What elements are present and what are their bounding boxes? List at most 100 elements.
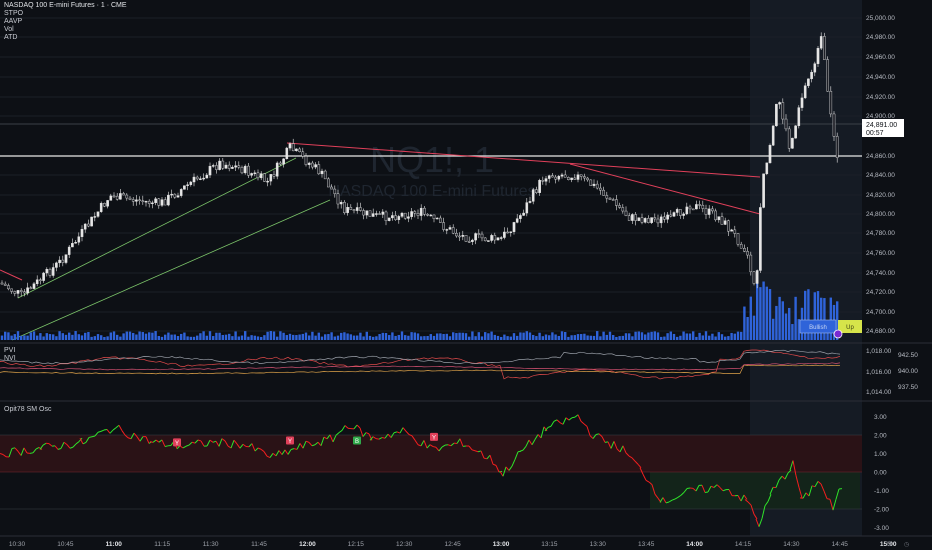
- trading-chart[interactable]: NQ1!, 1 NASDAQ 100 E-mini Futures Bullis…: [0, 0, 932, 550]
- candle-body: [435, 217, 439, 220]
- volume-bar: [576, 334, 580, 340]
- timezone-icon[interactable]: ◷: [904, 542, 909, 548]
- symbol-title[interactable]: NASDAQ 100 E-mini Futures · 1 · CME: [4, 2, 127, 10]
- candle-body: [74, 242, 77, 244]
- volume-bar: [109, 332, 112, 340]
- volume-bar: [548, 335, 551, 340]
- candle-body: [10, 288, 13, 292]
- volume-bar: [704, 331, 708, 340]
- volume-bar: [74, 331, 77, 340]
- volume-bar: [154, 331, 157, 340]
- volume-bar: [263, 335, 266, 340]
- price-tick: 24,840.00: [866, 172, 895, 179]
- candle-body: [295, 148, 298, 152]
- time-tick: 12:45: [444, 541, 461, 548]
- candle-body: [723, 220, 727, 225]
- volume-bar: [752, 315, 756, 340]
- osc-segment: [164, 445, 169, 448]
- replay-marker-icon[interactable]: [833, 329, 843, 339]
- indicator-aavp[interactable]: AAVP: [4, 18, 127, 26]
- candle-body: [432, 214, 436, 219]
- candle-body: [115, 195, 119, 200]
- candle-body: [275, 162, 279, 177]
- time-tick: 11:30: [203, 541, 219, 548]
- candle-body: [67, 246, 71, 255]
- candle-body: [349, 207, 353, 210]
- volume-bar: [554, 334, 557, 340]
- volume-bar: [215, 332, 218, 340]
- volume-bar: [13, 334, 16, 340]
- candle-body: [525, 202, 529, 214]
- candle-body: [339, 202, 343, 205]
- price-tick: 24,900.00: [866, 113, 895, 120]
- volume-bar: [589, 335, 592, 340]
- candle-body: [298, 148, 301, 153]
- volume-bar: [256, 336, 260, 340]
- candle-body: [531, 189, 535, 202]
- candle-body: [781, 102, 785, 120]
- candle-body: [653, 217, 657, 220]
- volume-bar: [282, 332, 285, 340]
- candle-body: [618, 205, 621, 208]
- volume-bar: [528, 332, 532, 340]
- volume-bar: [176, 336, 180, 340]
- candle-body: [247, 165, 250, 176]
- candle-body: [218, 160, 221, 170]
- candle-body: [237, 165, 241, 168]
- volume-bar: [320, 336, 324, 340]
- oscillator-title: Opit78 SM Osc: [4, 406, 52, 413]
- candle-body: [647, 218, 650, 223]
- volume-bar: [583, 333, 586, 340]
- volume-bar: [276, 336, 279, 340]
- indicator-vol[interactable]: Vol: [4, 26, 127, 34]
- candle-body: [544, 178, 548, 182]
- candle-body: [451, 227, 455, 234]
- indicator-stpo[interactable]: STPO: [4, 10, 127, 18]
- candle-body: [131, 199, 135, 202]
- candle-body: [282, 158, 285, 165]
- candle-body: [762, 173, 765, 208]
- volume-bar: [436, 333, 439, 340]
- candle-body: [186, 184, 189, 186]
- volume-bar: [532, 334, 535, 340]
- candle-body: [615, 199, 618, 206]
- volume-bar: [180, 333, 183, 340]
- volume-bar: [324, 334, 327, 340]
- candle-body: [211, 165, 215, 167]
- candle-body: [103, 203, 106, 207]
- volume-bar: [202, 331, 205, 340]
- volume-bar: [778, 296, 781, 340]
- candle-body: [509, 231, 513, 233]
- candle-body: [765, 162, 769, 175]
- candle-body: [138, 199, 141, 202]
- volume-bar: [685, 333, 688, 340]
- time-tick: 13:15: [541, 541, 558, 548]
- candle-body: [192, 176, 196, 183]
- volume-bar: [253, 335, 256, 340]
- candle-body: [634, 214, 637, 221]
- indicator-atd[interactable]: ATD: [4, 34, 127, 42]
- time-tick: 14:15: [735, 541, 752, 548]
- volume-bar: [58, 331, 61, 340]
- candle-body: [787, 128, 791, 149]
- candle-body: [307, 162, 311, 165]
- candle-body: [320, 170, 324, 175]
- candle-body: [176, 195, 180, 198]
- candle-body: [746, 251, 749, 256]
- osc-tick: -3.00: [874, 525, 889, 532]
- volume-bar: [711, 333, 714, 340]
- settings-gear-icon[interactable]: ⚙: [886, 540, 892, 548]
- candle-body: [794, 125, 797, 139]
- volume-bar: [794, 296, 797, 340]
- volume-bar: [765, 286, 768, 340]
- volume-bar: [791, 324, 794, 340]
- volume-bar: [112, 331, 116, 340]
- candle-body: [365, 210, 369, 216]
- candle-body: [16, 290, 20, 294]
- candle-body: [439, 217, 442, 223]
- candle-body: [301, 151, 305, 157]
- volume-bar: [695, 336, 698, 340]
- candle-body: [595, 183, 599, 189]
- candle-body: [768, 144, 772, 164]
- candle-body: [663, 216, 666, 220]
